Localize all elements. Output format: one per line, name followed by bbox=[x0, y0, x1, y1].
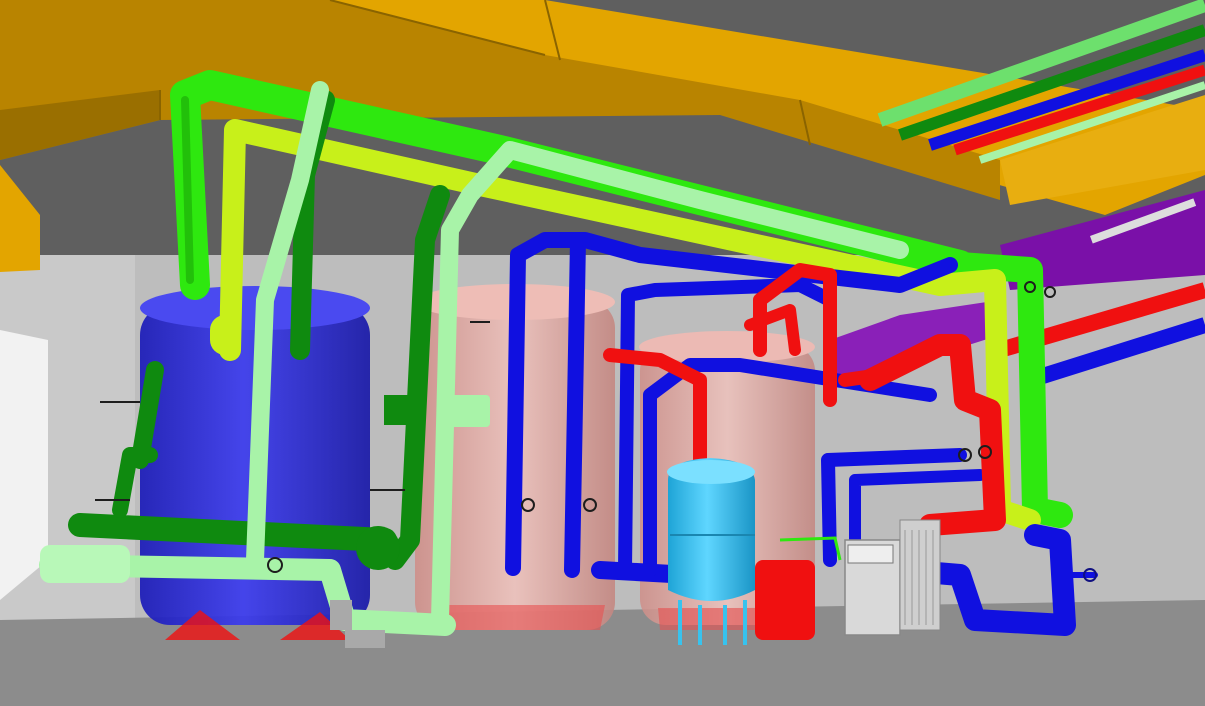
piping-model-drawing bbox=[0, 0, 1205, 706]
piping-model-viewport[interactable] bbox=[0, 0, 1205, 706]
circulation-pump bbox=[40, 545, 130, 583]
